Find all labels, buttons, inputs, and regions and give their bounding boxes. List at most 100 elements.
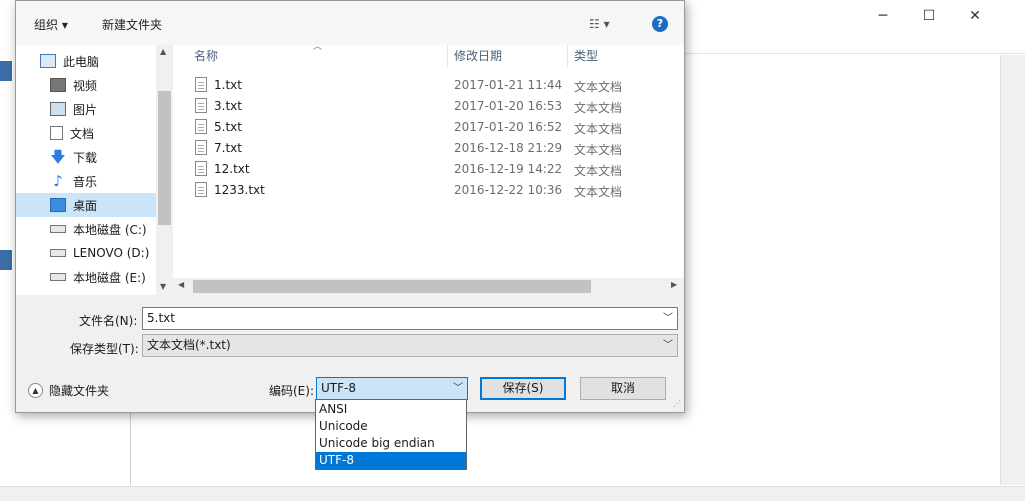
table-row[interactable]: 7.txt 2016-12-18 21:29 文本文档 (173, 138, 663, 159)
table-row[interactable]: 1.txt 2017-01-21 11:44 文本文档 (173, 75, 663, 96)
column-header-modified[interactable]: 修改日期 (448, 45, 568, 67)
table-row[interactable]: 3.txt 2017-01-20 16:53 文本文档 (173, 96, 663, 117)
dialog-toolbar: 组织 ▾ 新建文件夹 ☷ ▾ ? (16, 1, 684, 45)
text-file-icon (195, 140, 207, 155)
file-name: 1.txt (214, 78, 242, 92)
encoding-option-utf8[interactable]: UTF-8 (316, 452, 466, 469)
scroll-left-arrow-icon[interactable]: ◀ (178, 280, 184, 289)
nav-item-documents[interactable]: 文档 (16, 121, 156, 145)
chevron-down-icon[interactable]: ﹀ (663, 308, 673, 329)
filename-input[interactable]: 5.txt ﹀ (142, 307, 678, 330)
navigation-pane: 此电脑 视频 图片 文档 🡇 下载 ♪ 音乐 桌面 本地磁盘 (C:) LENO… (16, 45, 173, 295)
file-modified: 2016-12-22 10:36 (454, 183, 563, 197)
chevron-down-icon[interactable]: ﹀ (663, 335, 673, 356)
column-header-type[interactable]: 类型 (568, 45, 658, 67)
nav-item-pictures[interactable]: 图片 (16, 97, 156, 121)
nav-item-label: 此电脑 (63, 54, 100, 69)
cancel-button[interactable]: 取消 (580, 377, 666, 400)
nav-item-downloads[interactable]: 🡇 下载 (16, 145, 156, 169)
encoding-select[interactable]: UTF-8 ﹀ (316, 377, 468, 400)
nav-item-label: LENOVO (D:) (73, 246, 150, 260)
file-type: 文本文档 (574, 122, 623, 136)
maximize-button[interactable]: ☐ (906, 0, 952, 32)
scroll-down-arrow-icon[interactable]: ▼ (160, 282, 166, 291)
filetype-value: 文本文档(*.txt) (147, 338, 231, 352)
file-type: 文本文档 (574, 80, 623, 94)
nav-item-drive-d[interactable]: LENOVO (D:) (16, 241, 156, 265)
background-left-panel (0, 55, 14, 501)
drive-icon (50, 225, 66, 233)
nav-item-desktop[interactable]: 桌面 (16, 193, 156, 217)
file-modified: 2017-01-21 11:44 (454, 78, 563, 92)
nav-item-videos[interactable]: 视频 (16, 73, 156, 97)
nav-item-music[interactable]: ♪ 音乐 (16, 169, 156, 193)
hide-folders-label: 隐藏文件夹 (49, 384, 110, 398)
horizontal-scroll-thumb[interactable] (193, 280, 591, 293)
file-name: 12.txt (214, 162, 250, 176)
navigation-scrollbar[interactable]: ▲ ▼ (156, 45, 173, 295)
encoding-option-unicode-big-endian[interactable]: Unicode big endian (316, 435, 466, 452)
text-file-icon (195, 98, 207, 113)
file-list: 名称 ︿ 修改日期 类型 1.txt 2017-01-21 11:44 文本文档… (173, 42, 684, 295)
text-file-icon (195, 119, 207, 134)
navigation-scroll-thumb[interactable] (158, 91, 171, 225)
close-button[interactable]: ✕ (952, 0, 998, 32)
computer-icon (40, 54, 56, 68)
table-row[interactable]: 5.txt 2017-01-20 16:52 文本文档 (173, 117, 663, 138)
background-left-header (0, 61, 12, 81)
chevron-down-icon[interactable]: ﹀ (453, 378, 463, 399)
new-folder-button[interactable]: 新建文件夹 (102, 15, 162, 35)
background-vertical-scrollbar[interactable] (1000, 55, 1025, 485)
video-icon (50, 78, 66, 92)
nav-item-drive-c[interactable]: 本地磁盘 (C:) (16, 217, 156, 241)
nav-item-label: 视频 (73, 78, 98, 93)
table-row[interactable]: 1233.txt 2016-12-22 10:36 文本文档 (173, 180, 663, 201)
filename-label: 文件名(N): (79, 314, 138, 328)
file-name: 1233.txt (214, 183, 265, 197)
download-icon: 🡇 (50, 148, 66, 166)
drive-icon (50, 273, 66, 281)
encoding-value: UTF-8 (321, 381, 356, 395)
hide-folders-toggle[interactable]: ▲ 隐藏文件夹 (28, 382, 109, 399)
scroll-up-arrow-icon[interactable]: ▲ (160, 47, 166, 56)
file-modified: 2016-12-18 21:29 (454, 141, 563, 155)
background-status-bar (0, 486, 1025, 501)
organize-button[interactable]: 组织 ▾ (34, 15, 68, 35)
file-name: 7.txt (214, 141, 242, 155)
filename-value: 5.txt (147, 311, 175, 325)
encoding-option-unicode[interactable]: Unicode (316, 418, 466, 435)
view-options-icon[interactable]: ☷ ▾ (589, 17, 610, 31)
nav-item-drive-e[interactable]: 本地磁盘 (E:) (16, 265, 156, 289)
desktop-icon (50, 198, 66, 212)
file-name: 3.txt (214, 99, 242, 113)
background-left-header (0, 250, 12, 270)
nav-item-label: 图片 (73, 102, 98, 117)
save-button[interactable]: 保存(S) (480, 377, 566, 400)
file-modified: 2017-01-20 16:53 (454, 99, 563, 113)
nav-item-this-pc[interactable]: 此电脑 (16, 49, 156, 73)
text-file-icon (195, 77, 207, 92)
save-as-dialog: 组织 ▾ 新建文件夹 ☷ ▾ ? 此电脑 视频 图片 文档 🡇 下载 ♪ 音乐 (15, 0, 685, 413)
text-file-icon (195, 161, 207, 176)
file-type: 文本文档 (574, 143, 623, 157)
file-type: 文本文档 (574, 164, 623, 178)
file-type: 文本文档 (574, 185, 623, 199)
music-icon: ♪ (53, 172, 63, 190)
table-row[interactable]: 12.txt 2016-12-19 14:22 文本文档 (173, 159, 663, 180)
minimize-button[interactable]: ─ (860, 0, 906, 32)
help-icon[interactable]: ? (652, 16, 668, 32)
resize-grip-icon[interactable]: ⋰ (673, 399, 683, 409)
encoding-label: 编码(E): (269, 384, 314, 398)
background-titlebar: ─ ☐ ✕ (680, 0, 1025, 32)
document-icon (50, 126, 63, 140)
encoding-option-ansi[interactable]: ANSI (316, 401, 466, 418)
scroll-right-arrow-icon[interactable]: ▶ (671, 280, 677, 289)
picture-icon (50, 102, 66, 116)
nav-item-label: 桌面 (73, 198, 98, 213)
file-list-horizontal-scrollbar[interactable]: ◀ ▶ (173, 278, 684, 295)
filetype-select[interactable]: 文本文档(*.txt) ﹀ (142, 334, 678, 357)
nav-item-label: 文档 (70, 126, 95, 141)
file-modified: 2017-01-20 16:52 (454, 120, 563, 134)
nav-item-label: 本地磁盘 (C:) (73, 222, 147, 237)
filetype-label: 保存类型(T): (70, 342, 139, 356)
